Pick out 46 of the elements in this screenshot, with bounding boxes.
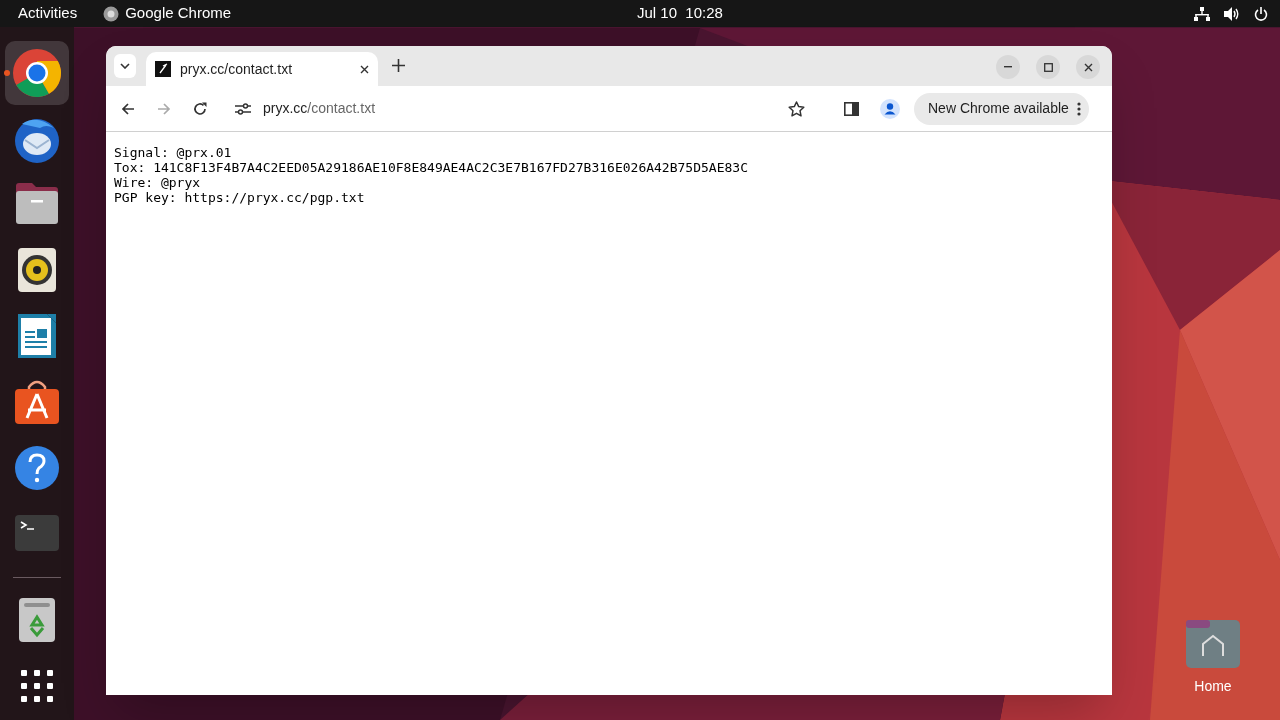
browser-tab[interactable]: pryx.cc/contact.txt (146, 52, 378, 86)
url-host: pryx.cc (263, 100, 308, 116)
app-name[interactable]: Google Chrome (125, 2, 232, 25)
bookmark-star-icon[interactable] (788, 100, 805, 117)
home-folder-icon (1185, 618, 1241, 670)
reload-icon[interactable] (193, 101, 207, 116)
close-tab-icon[interactable] (360, 64, 369, 74)
profile-icon[interactable] (880, 98, 900, 119)
chevron-down-icon (120, 63, 130, 69)
tab-search-button[interactable] (114, 54, 136, 78)
maximize-icon (1043, 62, 1053, 72)
folder-icon (14, 182, 60, 227)
site-settings-icon[interactable] (235, 102, 251, 115)
shopping-bag-icon (14, 378, 60, 425)
dock-item[interactable] (5, 41, 69, 105)
text-line: Tox: 141C8F13F4B7A4C2EED05A29186AE10F8E849AE4AC2C3E7B167FD27B316E026A42B75D5AE83C (114, 160, 748, 175)
update-button[interactable]: New Chrome available (914, 92, 1089, 125)
new-tab-icon[interactable] (392, 59, 405, 72)
desktop-icon[interactable]: Home (1182, 618, 1244, 697)
side-panel-icon[interactable] (844, 101, 859, 116)
text-line: Signal: @prx.01 (114, 145, 232, 160)
speaker-icon (17, 247, 57, 294)
volume-icon[interactable] (1224, 6, 1240, 21)
app-grid-icon (21, 670, 53, 703)
back-icon[interactable] (121, 101, 135, 116)
power-icon[interactable] (1254, 6, 1268, 21)
favicon-icon (155, 61, 171, 77)
activities-button[interactable]: Activities (18, 2, 78, 25)
document-icon (17, 313, 57, 360)
desktop-icon-label: Home (1194, 677, 1232, 696)
more-icon (1076, 101, 1081, 116)
app-icon (103, 5, 120, 22)
close-button[interactable] (1076, 55, 1100, 79)
recycle-bin-icon (18, 597, 56, 644)
minimize-icon (1004, 66, 1012, 68)
url-path: /contact.txt (307, 100, 376, 116)
network-icon[interactable] (1194, 6, 1210, 21)
text-line: PGP key: https://pryx.cc/pgp.txt (114, 190, 365, 205)
text-line: Wire: @pryx (114, 175, 201, 190)
running-indicator (4, 70, 10, 76)
maximize-button[interactable] (1036, 55, 1060, 79)
chrome-icon (12, 47, 62, 98)
help-icon (14, 444, 60, 491)
clock[interactable]: Jul 10 10:28 (637, 2, 723, 25)
close-icon (1083, 62, 1093, 72)
terminal-icon (14, 514, 60, 553)
